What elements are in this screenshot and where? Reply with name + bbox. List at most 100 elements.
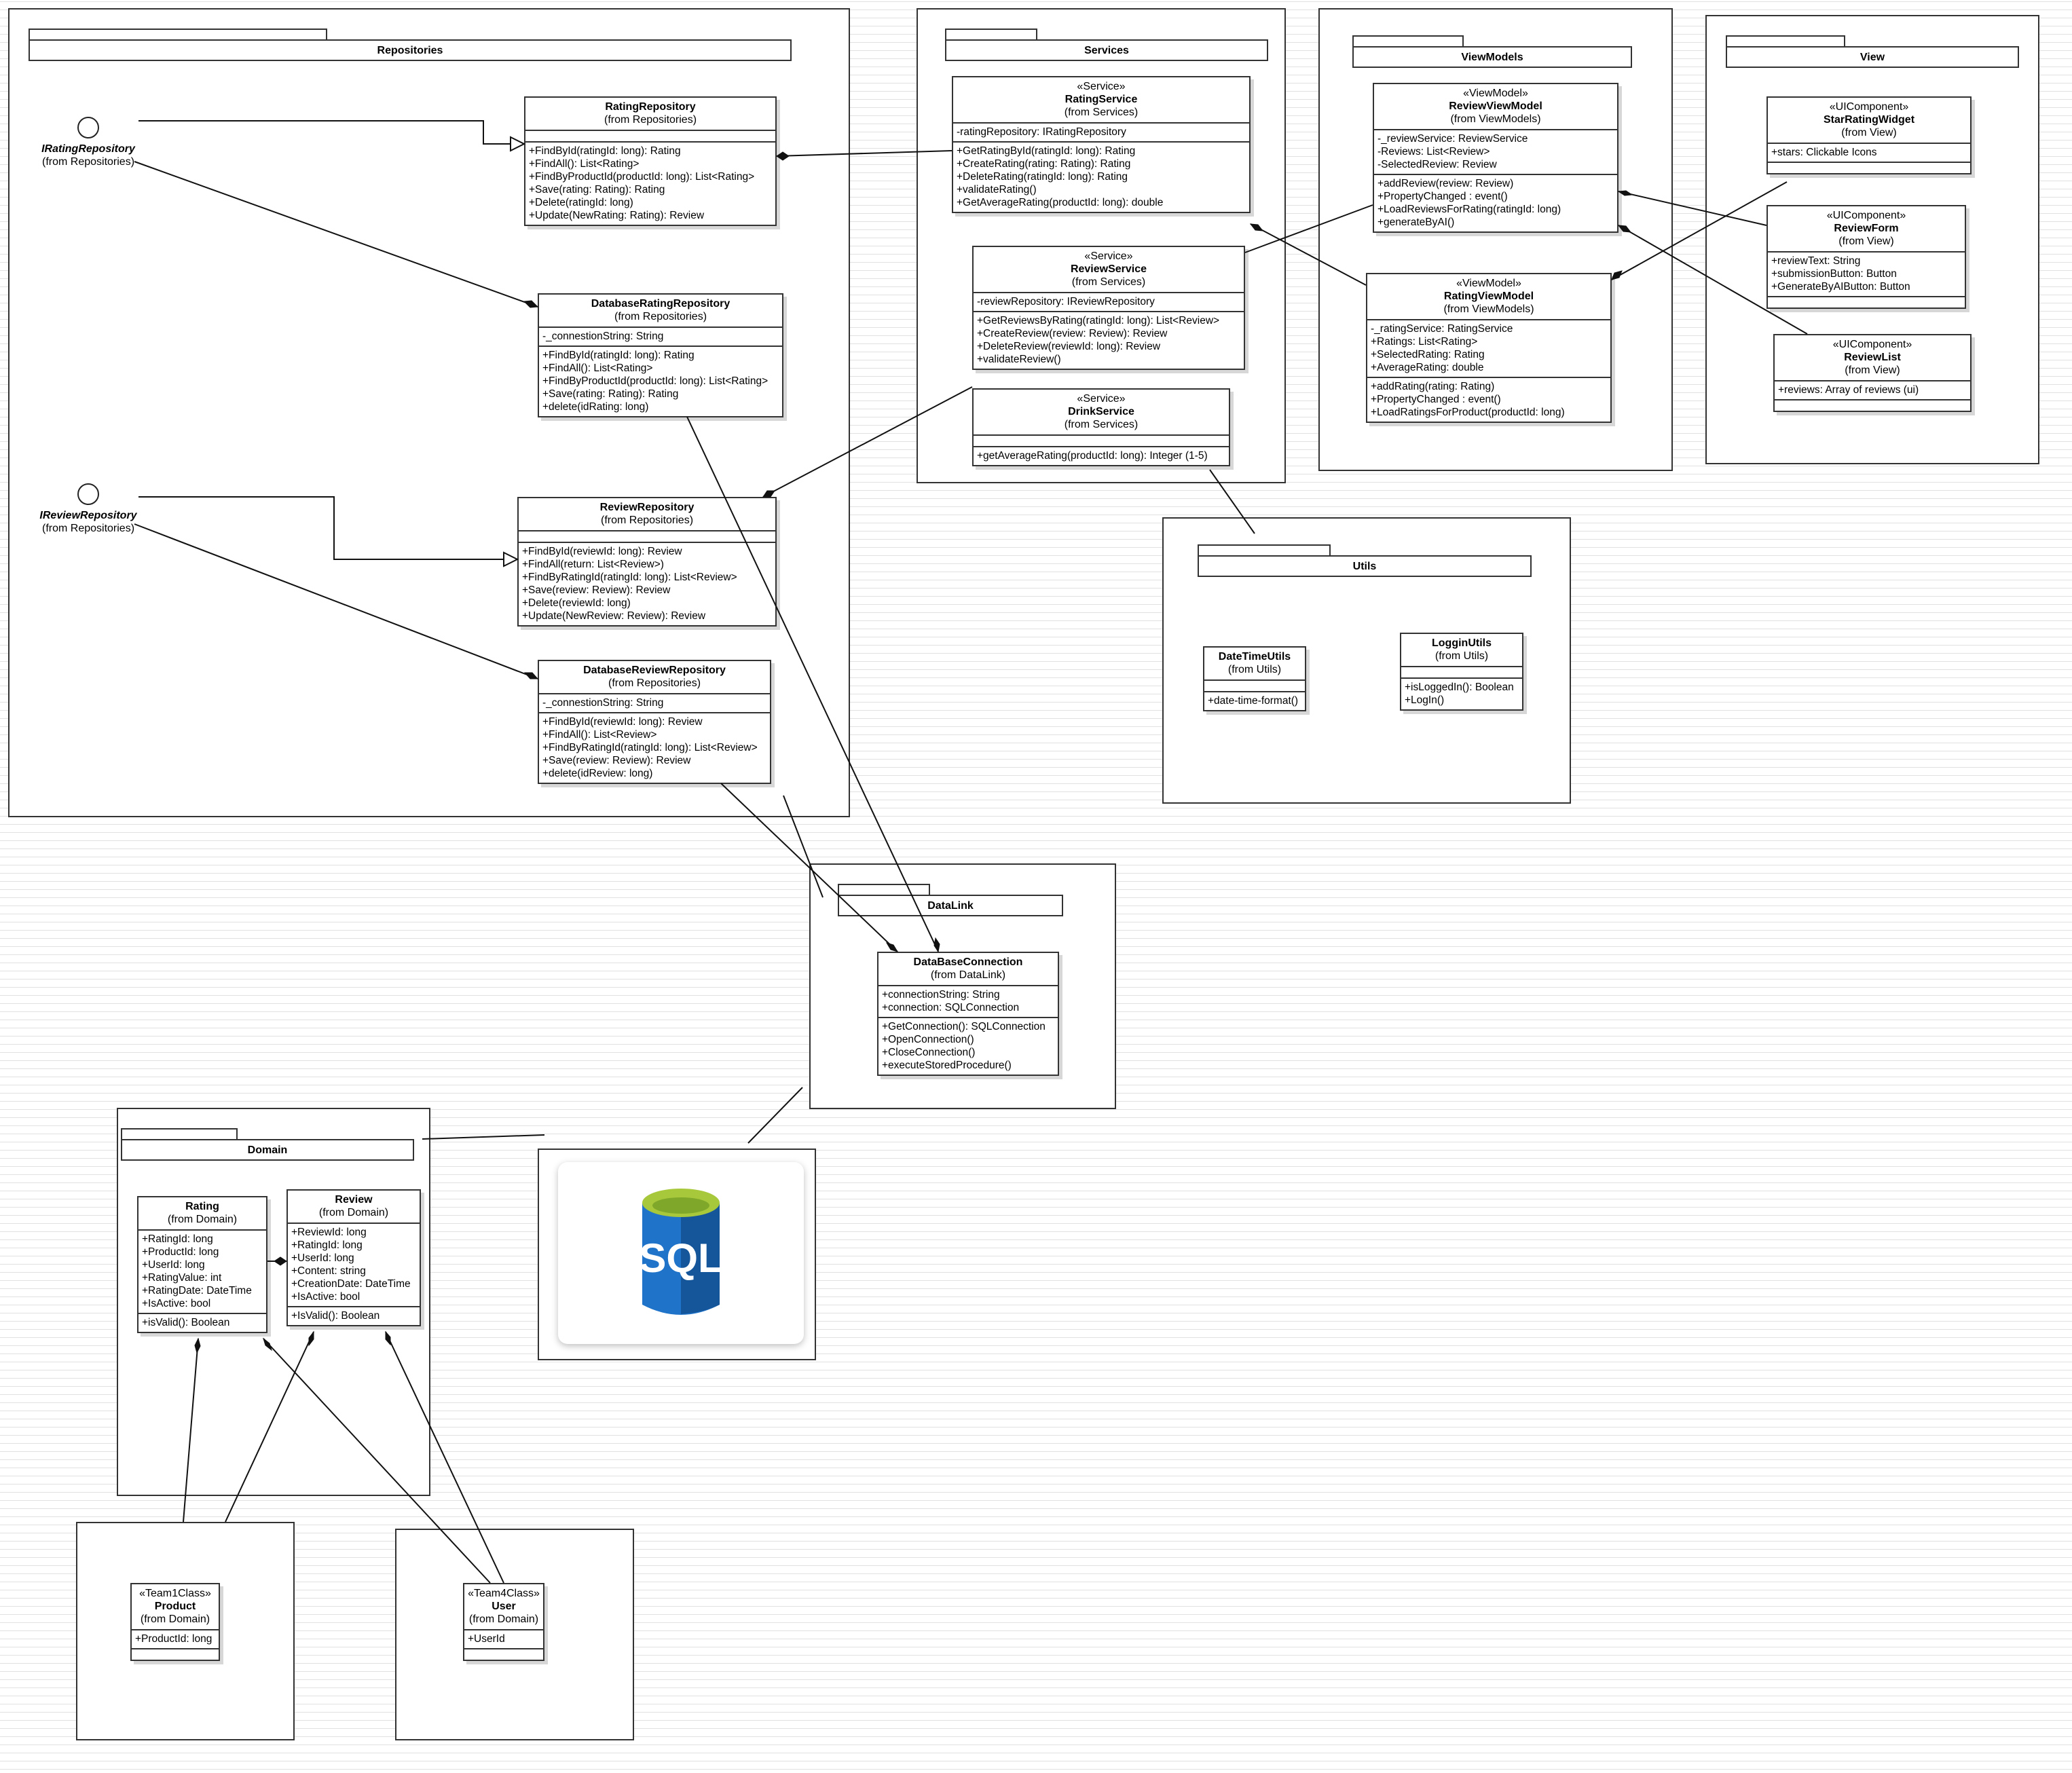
class-attribute: +IsActive: bool bbox=[291, 1291, 360, 1303]
class-rating-service[interactable]: «Service» RatingService (from Services) -ra… bbox=[952, 76, 1251, 213]
package-title: View bbox=[1726, 46, 2019, 68]
sql-database-image: SQL bbox=[538, 1149, 816, 1360]
class-name: DatabaseRatingRepository bbox=[591, 298, 730, 310]
class-header: RatingRepository (from Repositories) bbox=[525, 98, 775, 131]
class-header: DatabaseReviewRepository (from Repositori… bbox=[539, 661, 770, 694]
class-name: ReviewService bbox=[1070, 263, 1147, 275]
class-operation: +delete(idReview: long) bbox=[542, 768, 653, 779]
class-rating-view-model[interactable]: «ViewModel» RatingViewModel (from ViewMode… bbox=[1366, 273, 1612, 423]
class-from-package: (from Repositories) bbox=[608, 677, 701, 689]
class-attributes: +reviewText: String +submissionButton: Bu… bbox=[1768, 253, 1965, 297]
class-operation: +addRating(rating: Rating) bbox=[1371, 381, 1495, 392]
class-operation: +IsValid(): Boolean bbox=[291, 1310, 380, 1322]
class-database-connection[interactable]: DataBaseConnection (from DataLink) +connec… bbox=[877, 952, 1059, 1076]
class-attribute: +SelectedRating: Rating bbox=[1371, 349, 1485, 360]
class-name: RatingRepository bbox=[605, 101, 696, 113]
class-operation: +FindByRatingId(ratingId: long): List<Re… bbox=[542, 742, 758, 753]
class-operation: +Update(NewRating: Rating): Review bbox=[529, 210, 705, 221]
class-operation: +FindAll(return: List<Review>) bbox=[522, 559, 664, 570]
class-operations: +FindById(reviewId: long): Review +FindAl… bbox=[539, 713, 770, 783]
class-review-list[interactable]: «UIComponent» ReviewList (from View) +revie… bbox=[1773, 334, 1972, 412]
class-header: LogginUtils (from Utils) bbox=[1401, 634, 1522, 667]
class-star-rating-widget[interactable]: «UIComponent» StarRatingWidget (from View)… bbox=[1766, 96, 1972, 174]
class-from-package: (from Utils) bbox=[1227, 664, 1282, 675]
class-loggin-utils[interactable]: LogginUtils (from Utils) +isLoggedIn(): Bo… bbox=[1400, 633, 1523, 711]
class-header: «Service» ReviewService (from Services) bbox=[974, 247, 1244, 293]
class-operations: +FindById(reviewId: long): Review +FindAl… bbox=[519, 543, 775, 625]
class-operations bbox=[1768, 297, 1965, 307]
class-attribute: +UserId: long bbox=[142, 1259, 205, 1271]
class-operation: +CreateRating(rating: Rating): Rating bbox=[957, 158, 1131, 170]
class-review-repository[interactable]: ReviewRepository (from Repositories) +Find… bbox=[517, 497, 777, 627]
class-review-view-model[interactable]: «ViewModel» ReviewViewModel (from ViewMode… bbox=[1373, 83, 1618, 233]
class-rating-repository[interactable]: RatingRepository (from Repositories) +Find… bbox=[524, 96, 777, 226]
class-from-package: (from ViewModels) bbox=[1443, 303, 1534, 315]
sql-database-icon: SQL bbox=[639, 1189, 723, 1315]
class-operation: +validateRating() bbox=[957, 184, 1037, 195]
class-operation: +Save(review: Review): Review bbox=[542, 755, 691, 766]
class-from-package: (from Repositories) bbox=[600, 515, 694, 526]
class-stereotype: «Service» bbox=[1084, 250, 1133, 262]
class-from-package: (from ViewModels) bbox=[1450, 113, 1541, 125]
class-operations: +addReview(review: Review) +PropertyChang… bbox=[1374, 175, 1617, 231]
class-attribute: +RatingId: long bbox=[291, 1239, 363, 1251]
class-from-package: (from Repositories) bbox=[614, 311, 707, 322]
class-rating[interactable]: Rating (from Domain) +RatingId: long +Produ… bbox=[137, 1196, 267, 1333]
interface-name: IRatingRepository bbox=[41, 143, 135, 155]
class-operations bbox=[1775, 400, 1970, 411]
interface-lollipop-icon bbox=[77, 117, 99, 138]
class-drink-service[interactable]: «Service» DrinkService (from Services) +get… bbox=[972, 388, 1230, 466]
class-header: DatabaseRatingRepository (from Repositori… bbox=[539, 295, 782, 328]
class-product[interactable]: «Team1Class» Product (from Domain) +Product… bbox=[130, 1583, 220, 1661]
class-header: «Service» DrinkService (from Services) bbox=[974, 390, 1229, 436]
class-from-package: (from Domain) bbox=[167, 1214, 238, 1225]
class-header: «ViewModel» ReviewViewModel (from ViewMode… bbox=[1374, 84, 1617, 130]
class-attribute: +submissionButton: Button bbox=[1771, 268, 1897, 280]
class-database-review-repository[interactable]: DatabaseReviewRepository (from Repositori… bbox=[538, 660, 771, 784]
package-title: DataLink bbox=[838, 895, 1063, 916]
class-attributes: +reviews: Array of reviews (ui) bbox=[1775, 381, 1970, 400]
class-stereotype: «UIComponent» bbox=[1829, 101, 1909, 113]
class-attribute: +connection: SQLConnection bbox=[882, 1002, 1020, 1013]
class-attribute: +CreationDate: DateTime bbox=[291, 1278, 411, 1290]
class-attribute: -_connestionString: String bbox=[542, 697, 664, 709]
class-attribute: +UserId: long bbox=[291, 1252, 354, 1264]
class-from-package: (from Domain) bbox=[318, 1207, 389, 1218]
class-header: «UIComponent» StarRatingWidget (from View) bbox=[1768, 98, 1970, 144]
class-date-time-utils[interactable]: DateTimeUtils (from Utils) +date-time-form… bbox=[1203, 646, 1306, 711]
class-from-package: (from Repositories) bbox=[604, 114, 697, 126]
interface-irating-repository[interactable]: IRatingRepository (from Repositories) bbox=[29, 117, 148, 168]
class-user[interactable]: «Team4Class» User (from Domain) +UserId bbox=[463, 1583, 544, 1661]
class-attribute: -_reviewService: ReviewService bbox=[1377, 133, 1528, 145]
class-attributes bbox=[974, 436, 1229, 447]
class-attributes bbox=[1401, 667, 1522, 679]
class-operations: +GetConnection(): SQLConnection +OpenConn… bbox=[878, 1018, 1058, 1075]
class-operations: +GetReviewsByRating(ratingId: long): Lis… bbox=[974, 312, 1244, 369]
class-name: ReviewForm bbox=[1834, 223, 1899, 234]
class-operation: +Save(rating: Rating): Rating bbox=[529, 184, 665, 195]
class-attributes: +RatingId: long +ProductId: long +UserId: … bbox=[138, 1231, 266, 1314]
class-header: Rating (from Domain) bbox=[138, 1197, 266, 1231]
class-attribute: +RatingValue: int bbox=[142, 1272, 222, 1284]
class-from-package: (from Domain) bbox=[468, 1613, 539, 1625]
class-operations: +IsValid(): Boolean bbox=[288, 1307, 420, 1325]
class-attributes: -_ratingService: RatingService +Ratings: … bbox=[1367, 320, 1610, 378]
class-from-package: (from Services) bbox=[1064, 107, 1139, 118]
class-attribute: +Ratings: List<Rating> bbox=[1371, 336, 1478, 348]
class-stereotype: «Service» bbox=[1077, 393, 1126, 405]
class-review-form[interactable]: «UIComponent» ReviewForm (from View) +revie… bbox=[1766, 205, 1966, 309]
interface-name: IReviewRepository bbox=[39, 510, 137, 521]
class-name: Review bbox=[335, 1194, 373, 1206]
class-review-service[interactable]: «Service» ReviewService (from Services) -re… bbox=[972, 246, 1245, 370]
class-review[interactable]: Review (from Domain) +ReviewId: long +Ratin… bbox=[286, 1189, 421, 1326]
class-attributes: +ProductId: long bbox=[132, 1630, 219, 1649]
class-operation: +FindAll(): List<Rating> bbox=[529, 158, 640, 170]
class-header: «Team4Class» User (from Domain) bbox=[464, 1584, 543, 1630]
class-database-rating-repository[interactable]: DatabaseRatingRepository (from Repositori… bbox=[538, 293, 783, 417]
class-operation: +CloseConnection() bbox=[882, 1047, 976, 1058]
class-name: DrinkService bbox=[1068, 406, 1134, 417]
class-operations: +getAverageRating(productId: long): Inte… bbox=[974, 447, 1229, 465]
class-operation: +generateByAI() bbox=[1377, 217, 1455, 228]
interface-ireview-repository[interactable]: IReviewRepository (from Repositories) bbox=[29, 483, 148, 535]
class-attribute: -Reviews: List<Review> bbox=[1377, 146, 1490, 157]
